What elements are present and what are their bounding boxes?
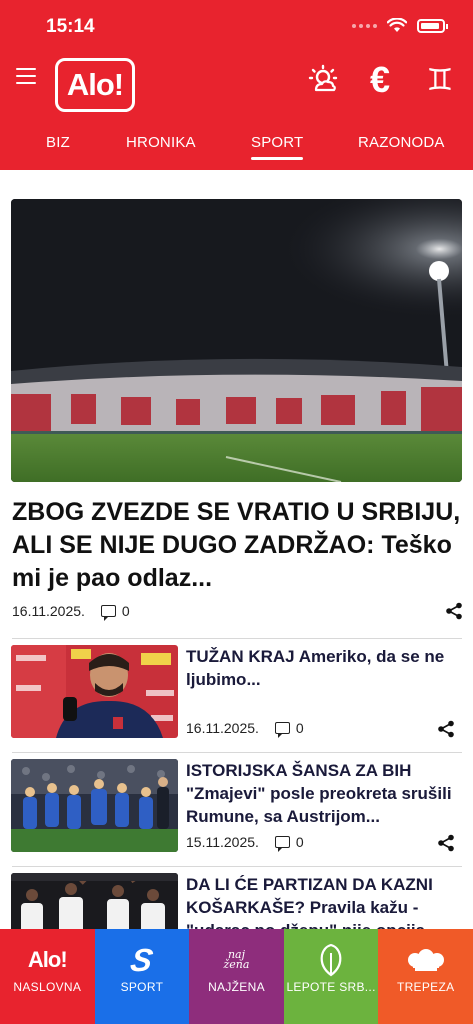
article-thumbnail[interactable] [11, 645, 178, 738]
comment-count: 0 [295, 834, 304, 850]
status-time: 15:14 [46, 16, 95, 37]
divider [12, 638, 462, 639]
divider [12, 866, 462, 867]
bottom-nav-label: LEPOTE SRB... [286, 980, 376, 994]
share-icon[interactable] [445, 602, 463, 620]
article-date: 16.11.2025. [186, 720, 259, 736]
tab-biz[interactable]: BIZ [46, 134, 70, 151]
bottom-nav-sport[interactable]: S SPORT [94, 929, 190, 1024]
hamburger-menu-icon[interactable] [16, 68, 36, 84]
comment-icon[interactable] [274, 722, 290, 738]
bottom-navigation: Alo! NASLOVNA S SPORT naj žena NAJŽENA L… [0, 929, 473, 1024]
article-title[interactable]: TUŽAN KRAJ Ameriko, da se ne ljubimo... [186, 645, 462, 691]
article-meta: 15.11.2025. 0 [186, 834, 304, 852]
category-tabs: BIZ HRONIKA SPORT RAZONODA [0, 128, 473, 168]
tab-razonoda[interactable]: RAZONODA [358, 134, 445, 151]
status-bar: 15:14 [0, 12, 473, 42]
battery-icon [417, 18, 448, 33]
weather-icon[interactable] [305, 62, 341, 98]
article-title[interactable]: ISTORIJSKA ŠANSA ZA BIH "Zmajevi" posle … [186, 759, 462, 828]
najzena-icon: naj žena [223, 948, 250, 971]
bottom-nav-naslovna[interactable]: Alo! NASLOVNA [0, 929, 95, 1024]
comment-count: 0 [121, 603, 130, 619]
bottom-nav-label: NASLOVNA [13, 980, 82, 994]
zodiac-icon[interactable]: ♊ [422, 62, 458, 98]
bottom-nav-trpeza[interactable]: TREPEZA [378, 929, 473, 1024]
bottom-nav-label: NAJŽENA [208, 980, 265, 994]
comment-icon[interactable] [100, 605, 116, 621]
status-icons [352, 18, 448, 33]
leaf-icon [284, 943, 379, 977]
alo-logo[interactable]: Alo! [55, 58, 135, 112]
alo-logo-icon: Alo! [27, 947, 68, 972]
share-icon[interactable] [437, 720, 455, 738]
article-date: 16.11.2025. [12, 603, 85, 619]
tab-hronika[interactable]: HRONIKA [126, 134, 196, 151]
bottom-nav-lepote-srbije[interactable]: LEPOTE SRB... [283, 929, 379, 1024]
comment-icon[interactable] [274, 836, 290, 852]
signal-icon [352, 23, 377, 28]
article-date: 15.11.2025. [186, 834, 259, 850]
bottom-nav-najzena[interactable]: naj žena NAJŽENA [189, 929, 284, 1024]
hero-article-meta: 16.11.2025. 0 [12, 603, 130, 621]
article-thumbnail[interactable] [11, 759, 178, 852]
tab-sport[interactable]: SPORT [251, 134, 304, 160]
divider [12, 752, 462, 753]
comment-count: 0 [295, 720, 304, 736]
app-header: 15:14 Alo! € ♊ BIZ HRONIKA SPORT RAZONOD… [0, 0, 473, 170]
hero-article-image[interactable] [11, 199, 462, 482]
hero-article-title[interactable]: ZBOG ZVEZDE SE VRATIO U SRBIJU, ALI SE N… [12, 496, 462, 595]
chef-hat-icon [378, 945, 473, 975]
share-icon[interactable] [437, 834, 455, 852]
bottom-nav-label: TREPEZA [396, 980, 455, 994]
euro-icon[interactable]: € [362, 59, 398, 100]
wifi-icon [387, 18, 407, 32]
sport-s-icon: S [128, 941, 156, 978]
bottom-nav-label: SPORT [120, 980, 164, 994]
article-meta: 16.11.2025. 0 [186, 720, 304, 738]
